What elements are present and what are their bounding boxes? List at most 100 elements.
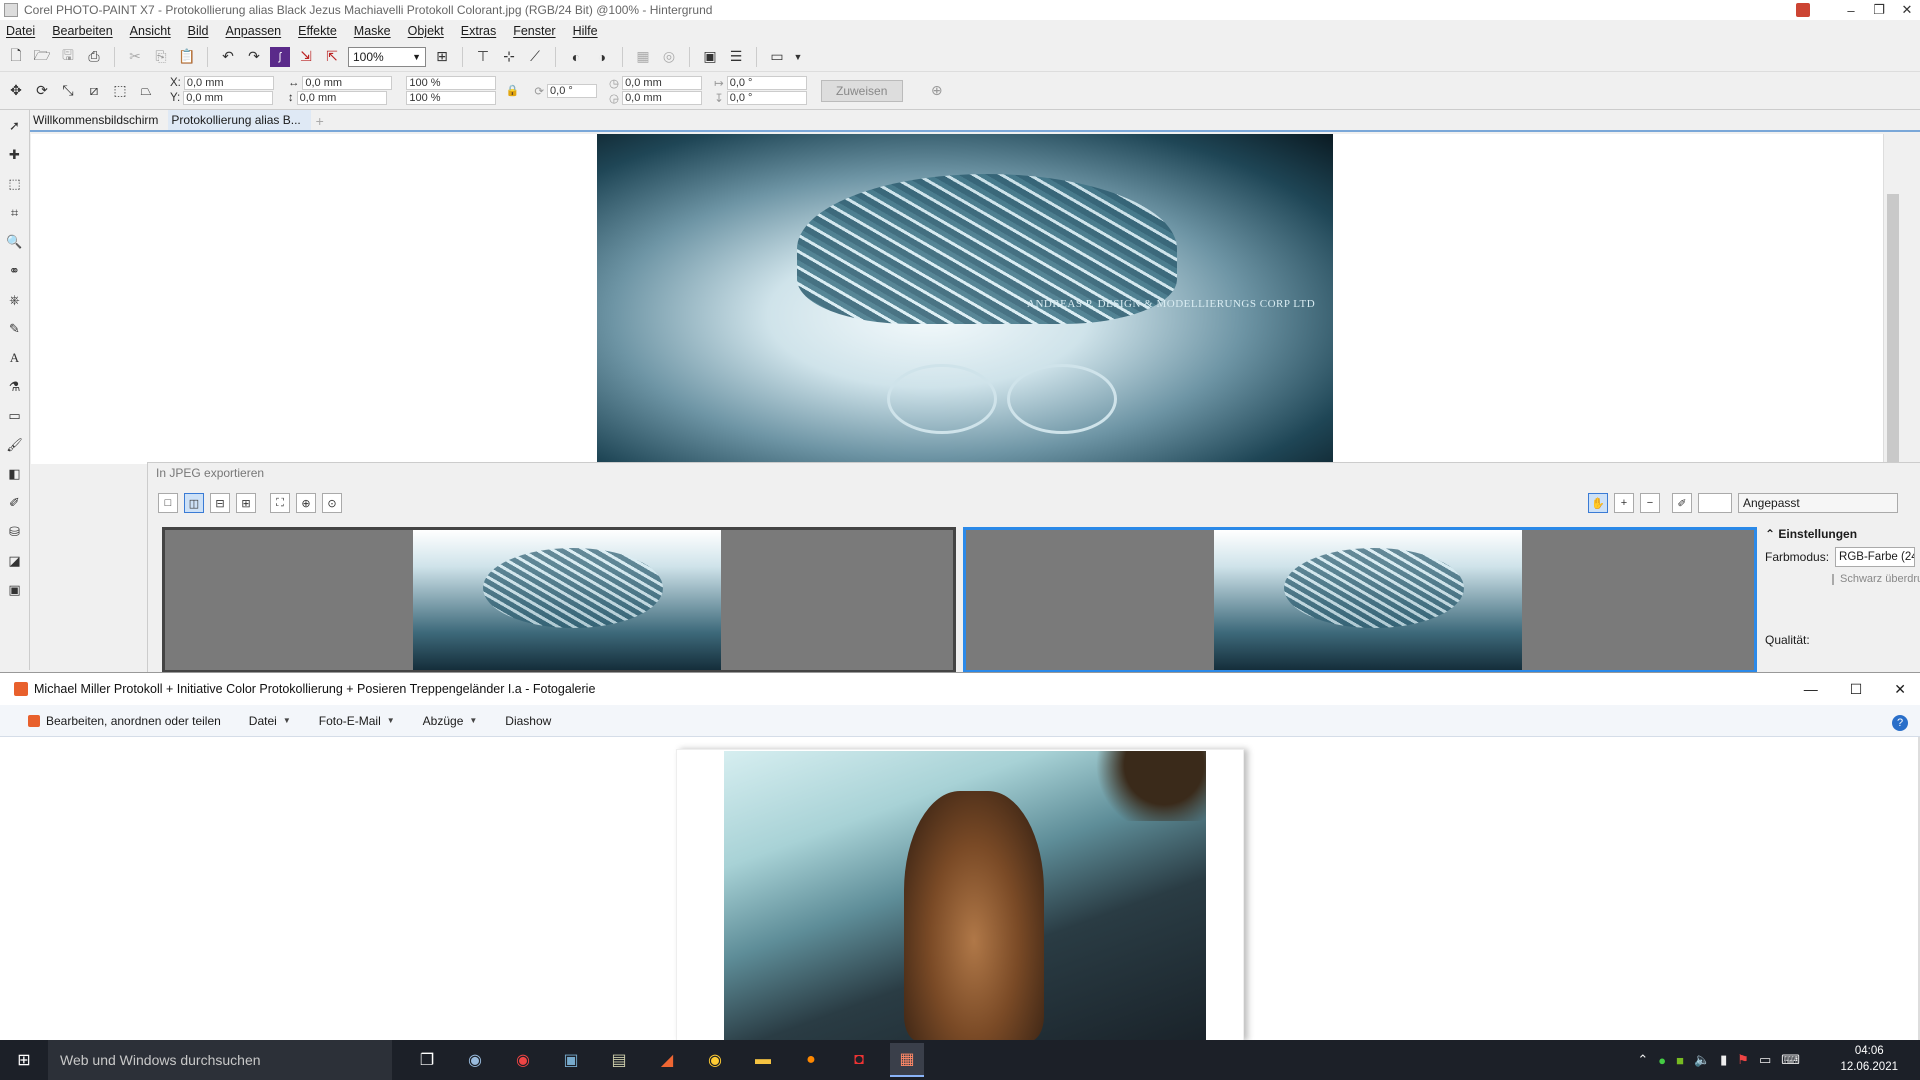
quad-view-icon[interactable]: ⊞ <box>236 493 256 513</box>
crop-tool-icon[interactable]: ⌗ <box>5 203 25 223</box>
photo-email-button[interactable]: Foto-E-Mail ▼ <box>319 714 395 728</box>
app-launcher-icon[interactable]: ▭ <box>767 47 787 67</box>
print-icon[interactable]: ⎙ <box>84 47 104 67</box>
menu-hilfe[interactable]: Hilfe <box>573 24 598 38</box>
volume-icon[interactable]: 🔈 <box>1694 1052 1710 1068</box>
menu-ansicht[interactable]: Ansicht <box>130 24 171 38</box>
mask-marquee-icon[interactable]: ◑ <box>592 47 612 67</box>
user-badge-icon[interactable] <box>1796 3 1810 17</box>
preview-result[interactable] <box>963 527 1757 673</box>
chrome-icon[interactable]: ◉ <box>506 1043 540 1077</box>
clone-tool-icon[interactable]: ⎈ <box>5 290 25 310</box>
black-overprint-checkbox[interactable] <box>1832 573 1834 585</box>
help-icon[interactable]: ? <box>1892 715 1908 731</box>
fit-view-icon[interactable]: ⛶ <box>270 493 290 513</box>
apply-button[interactable]: Zuweisen <box>820 79 903 102</box>
security-icon[interactable]: ● <box>1658 1053 1666 1068</box>
zoom-level-select[interactable]: 100% ▼ <box>348 46 426 67</box>
object-picker-icon[interactable]: ▦ <box>633 47 653 67</box>
menu-bild[interactable]: Bild <box>188 24 209 38</box>
tab-welcome-screen[interactable]: Willkommensbildschirm <box>30 110 168 130</box>
show-hidden-icons-icon[interactable]: ⌃ <box>1637 1052 1648 1068</box>
chevron-down-icon[interactable]: ▼ <box>793 47 803 67</box>
eyedropper-icon[interactable]: ✐ <box>1672 493 1692 513</box>
color-mode-select[interactable]: RGB-Farbe (24 Bit) <box>1835 547 1915 567</box>
undo-icon[interactable]: ↶ <box>218 47 238 67</box>
freehand-pick-icon[interactable]: ✚ <box>5 145 25 165</box>
canvas-vertical-scrollbar[interactable] <box>1883 134 1901 464</box>
menu-fenster[interactable]: Fenster <box>513 24 555 38</box>
touch-up-brush-icon[interactable]: ✎ <box>5 319 25 339</box>
notifications-icon[interactable]: ▭ <box>1759 1052 1771 1068</box>
eraser-tool-icon[interactable]: ◧ <box>5 464 25 484</box>
scale-x-input[interactable]: 100 % <box>406 76 497 90</box>
export-icon[interactable]: ⇱ <box>322 47 342 67</box>
lock-ratio-icon[interactable]: 🔒 <box>502 81 522 101</box>
width-input[interactable]: 0,0 mm <box>302 76 393 90</box>
redo-icon[interactable]: ↷ <box>244 47 264 67</box>
image-canvas[interactable]: ANDREAS P. DESIGN & MODELLIERUNGS CORP L… <box>31 134 1901 464</box>
guidelines-icon[interactable]: ⟋ <box>525 47 545 67</box>
scale-y-input[interactable]: 100 % <box>406 91 497 105</box>
scale-icon[interactable]: ⤡ <box>58 81 78 101</box>
zoom-actual-icon[interactable]: ⊕ <box>296 493 316 513</box>
add-tab-icon[interactable]: + <box>311 112 329 130</box>
menu-maske[interactable]: Maske <box>354 24 391 38</box>
preview-original[interactable] <box>162 527 956 673</box>
object-lock-icon[interactable]: ◎ <box>659 47 679 67</box>
add-preset-icon[interactable]: ⊕ <box>927 81 947 101</box>
paint-tool-icon[interactable]: 🖌 <box>5 435 25 455</box>
center-y-input[interactable]: 0,0 mm <box>622 91 703 105</box>
color-swatches-icon[interactable]: ◪ <box>5 551 25 571</box>
single-view-icon[interactable]: □ <box>158 493 178 513</box>
nvidia-icon[interactable]: ■ <box>1676 1053 1684 1068</box>
move-icon[interactable]: ✥ <box>6 81 26 101</box>
scrollbar-thumb[interactable] <box>1887 194 1899 464</box>
color-picker-swatch[interactable] <box>1698 493 1732 513</box>
center-x-input[interactable]: 0,0 mm <box>622 76 703 90</box>
perspective-icon[interactable]: ⏢ <box>136 81 156 101</box>
maximize-icon[interactable]: ☐ <box>1850 681 1863 698</box>
menu-extras[interactable]: Extras <box>461 24 496 38</box>
skew-v-input[interactable]: 0,0 ° <box>726 91 807 105</box>
close-icon[interactable]: ✕ <box>1900 2 1914 18</box>
rotation-input[interactable]: 0,0 ° <box>547 83 598 98</box>
zoom-tool-icon[interactable]: 🔍 <box>5 232 25 252</box>
eyedropper-tool-icon[interactable]: ✐ <box>5 493 25 513</box>
height-input[interactable]: 0,0 mm <box>296 91 387 105</box>
new-file-icon[interactable]: 🗋 <box>6 47 26 67</box>
file-menu-button[interactable]: Datei ▼ <box>249 714 291 728</box>
cut-icon[interactable]: ✂ <box>125 47 145 67</box>
skew-h-input[interactable]: 0,0 ° <box>726 76 807 90</box>
settings-heading[interactable]: ⌃ Einstellungen <box>1765 527 1915 541</box>
task-view-icon[interactable]: ❐ <box>410 1043 444 1077</box>
mask-mode-icon[interactable]: ▣ <box>5 580 25 600</box>
mask-overlay-icon[interactable]: ◐ <box>566 47 586 67</box>
menu-anpassen[interactable]: Anpassen <box>226 24 282 38</box>
options-icon[interactable]: ☰ <box>726 47 746 67</box>
menu-bearbeiten[interactable]: Bearbeiten <box>52 24 112 38</box>
pan-hand-icon[interactable]: ✋ <box>1588 493 1608 513</box>
split-horizontal-icon[interactable]: ⊟ <box>210 493 230 513</box>
photo-viewer-icon[interactable]: ▣ <box>554 1043 588 1077</box>
flag-icon[interactable]: ⚑ <box>1737 1052 1749 1068</box>
slideshow-button[interactable]: Diashow <box>505 714 551 728</box>
save-icon[interactable]: 🖫 <box>58 47 78 67</box>
y-position-input[interactable]: 0,0 mm <box>183 91 274 105</box>
photo-gallery-taskbar-icon[interactable]: ▦ <box>890 1043 924 1077</box>
red-eye-tool-icon[interactable]: ⚭ <box>5 261 25 281</box>
keyboard-icon[interactable]: ⌨ <box>1781 1052 1800 1068</box>
fit-mode-select[interactable]: Angepasst <box>1738 493 1898 513</box>
x-position-input[interactable]: 0,0 mm <box>183 76 274 90</box>
chromium-icon[interactable]: ◉ <box>458 1043 492 1077</box>
taskbar-search-box[interactable]: Web und Windows durchsuchen <box>48 1040 392 1080</box>
office-app-icon[interactable]: ◢ <box>650 1043 684 1077</box>
corel-connect-icon[interactable]: ʃ <box>270 46 290 67</box>
zoom-out-icon[interactable]: − <box>1640 493 1660 513</box>
gallery-photo[interactable] <box>724 751 1206 1041</box>
distort-icon[interactable]: ⬚ <box>110 81 130 101</box>
minimize-icon[interactable]: — <box>1804 681 1818 697</box>
split-vertical-icon[interactable]: ◫ <box>184 493 204 513</box>
effect-tool-icon[interactable]: ⚗ <box>5 377 25 397</box>
fit-page-icon[interactable]: ⊞ <box>432 47 452 67</box>
